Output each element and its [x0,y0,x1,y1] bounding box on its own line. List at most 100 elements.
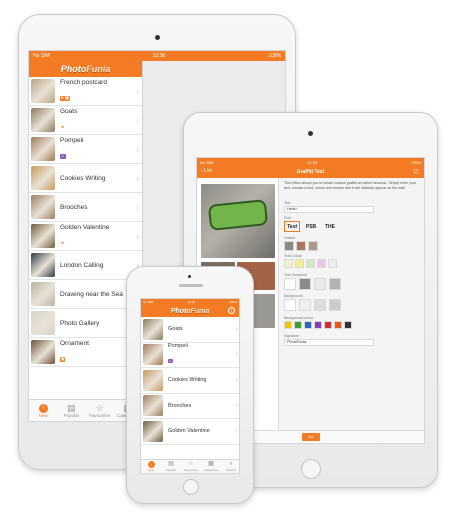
list-item[interactable]: Brooches › [29,193,142,222]
effect-title: Golden Valentine [60,223,110,231]
chevron-right-icon: › [136,202,139,212]
background-colour-option[interactable] [284,321,292,329]
font-option[interactable]: THE [322,221,338,232]
popular-tab-icon: ▤ [67,403,76,413]
background-colour-option[interactable] [294,321,302,329]
effect-thumbnail [31,253,55,277]
list-item[interactable]: London Calling › [29,251,142,280]
tab-bar: ! New ▤ Popular ☆ Favourites ▦ Categories ⌕ Searc… [141,459,239,473]
background-colour-option[interactable] [334,321,342,329]
chevron-right-icon: › [235,402,238,410]
effect-thumbnail [143,344,163,366]
effect-title: London Calling [60,261,104,269]
photofunia-logo: PhotoFunia [60,64,111,74]
carrier-label: No SIM [143,300,154,304]
tab-label: New [147,468,154,472]
favourite-star-icon[interactable]: ☆ [412,166,420,177]
tab-popular[interactable]: ▤ Popular [161,460,181,473]
tab-categories[interactable]: ▦Categories [201,460,221,473]
home-button[interactable] [301,459,321,479]
list-item[interactable]: Golden Valentine › [141,419,239,445]
background-option[interactable] [329,299,341,311]
text-colour-option[interactable] [295,259,304,268]
background-colour-option[interactable] [314,321,322,329]
effect-title: Photo Gallery [60,319,100,327]
graffiti-art [207,199,269,231]
tab-search[interactable]: ⌕ Search [221,460,239,473]
chevron-right-icon: › [235,351,238,359]
background-option[interactable] [299,299,311,311]
ornament-option[interactable] [314,278,326,290]
background-colour-option[interactable] [344,321,352,329]
front-camera [155,35,160,40]
text-colour-option[interactable] [306,259,315,268]
list-item[interactable]: Golden Valentine ★ › [29,222,142,251]
list-item[interactable]: French postcard N ▣ › [29,77,142,106]
background-colour-option[interactable] [324,321,332,329]
font-label: Font [284,216,292,220]
chevron-right-icon: › [136,144,139,154]
effect-thumbnail [31,224,55,248]
effect-title: Graffiti Text [296,169,325,175]
font-option[interactable]: PSB [303,221,319,232]
chevron-right-icon: › [136,231,139,241]
tab-new[interactable]: ! New [141,460,161,473]
background-option[interactable] [284,299,296,311]
effect-title: Ornament [60,339,89,347]
popular-star-icon: ★ [61,124,65,129]
texture-option[interactable] [284,241,294,251]
user-badge-icon: ☺ [168,358,174,363]
info-icon[interactable]: i [228,307,235,314]
background-option[interactable] [314,299,326,311]
battery-label: 100% [268,53,281,59]
effect-title: Cookies Writing [60,174,106,182]
list-item[interactable]: Cookies Writing › [141,368,239,394]
effect-thumbnail [31,340,55,364]
text-label: Text [284,201,291,205]
tab-new[interactable]: ! New [29,400,57,421]
search-tab-icon: ⌕ [229,461,233,467]
status-time: 12:35 [307,159,318,165]
effect-title: Pompeii [60,136,84,144]
text-input[interactable]: Hello! [284,206,374,213]
go-button[interactable]: Go [301,433,320,441]
effect-title: Cookies Writing [168,377,207,384]
tab-favourites[interactable]: ☆ Favourites [181,460,201,473]
list-item[interactable]: Goats ★ › [29,106,142,135]
effect-title: Goats [168,326,183,333]
texture-option[interactable] [308,241,318,251]
effect-title: Brooches [168,402,192,409]
list-item[interactable]: Cookies Writing › [29,164,142,193]
signature-input[interactable]: PhotoFunia [284,339,374,346]
home-button[interactable] [183,479,199,495]
back-button[interactable]: ‹ List [201,168,212,174]
ornament-option[interactable] [299,278,311,290]
photofunia-logo: PhotoFunia [170,307,210,315]
list-item[interactable]: Pompeii ☺ › [29,135,142,164]
text-colour-option[interactable] [317,259,326,268]
text-colour-option[interactable] [328,259,337,268]
tab-popular[interactable]: ▤ Popular [57,400,85,421]
popular-star-icon: ★ [61,240,65,245]
background-colour-option[interactable] [304,321,312,329]
text-colour-option[interactable] [284,259,293,268]
popular-tab-icon: ▤ [168,461,174,467]
carrier-label: No SIM [33,53,50,59]
list-item[interactable]: Pompeii ☺ › [141,342,239,368]
effect-thumbnail [31,311,55,335]
font-option[interactable]: Text [284,221,300,232]
list-item[interactable]: Goats › [141,317,239,343]
box-badge-icon: ▣ [60,356,66,362]
effect-thumbnail [31,108,55,132]
iphone-screen: No SIM 12:36 100% PhotoFunia i Goats › Pom… [140,298,240,474]
text-colour-label: Text Colour [284,254,302,258]
list-item[interactable]: Brooches › [141,393,239,419]
ornament-option[interactable] [284,278,296,290]
effect-title: French postcard [60,78,107,86]
ornament-option[interactable] [329,278,341,290]
tab-favourites[interactable]: ☆ Favourites [86,400,114,421]
texture-option[interactable] [296,241,306,251]
chevron-right-icon: › [136,173,139,183]
effect-title: Goats [60,107,78,115]
texture-label: Texture [284,236,296,240]
